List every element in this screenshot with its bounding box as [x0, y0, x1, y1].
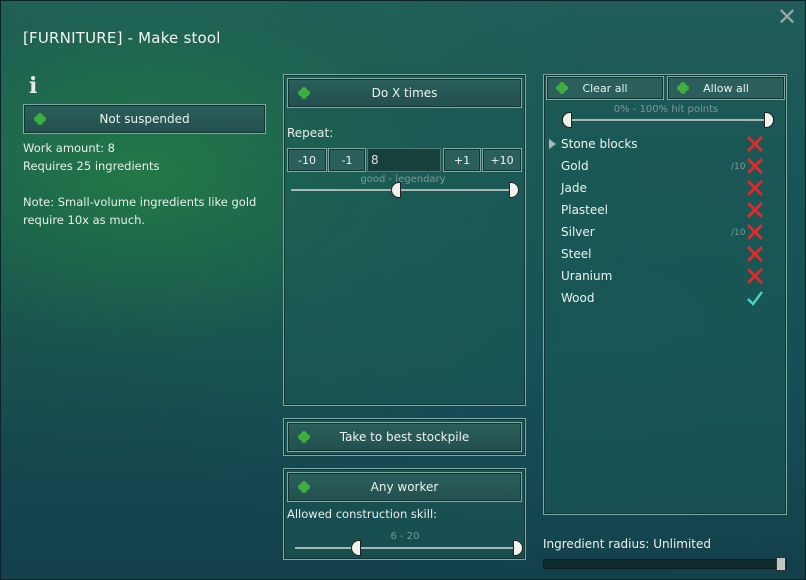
store-mode-button[interactable]: Take to best stockpile [287, 422, 522, 452]
skill-slider[interactable] [295, 540, 523, 556]
window-title: [FURNITURE] - Make stool [23, 29, 221, 47]
tenx-marker: /10 [731, 228, 746, 238]
ingredient-item[interactable]: Steel [561, 244, 591, 264]
repeat-count-input[interactable] [367, 148, 441, 172]
clear-all-label: Clear all [582, 81, 628, 95]
ingredient-item[interactable]: Uranium [561, 266, 612, 286]
repeat-mode-label: Do X times [371, 86, 438, 100]
suspend-button-label: Not suspended [99, 112, 190, 126]
bill-config-window: [FURNITURE] - Make stool ✕ i Not suspend… [0, 0, 806, 580]
clear-all-button[interactable]: Clear all [546, 76, 664, 100]
clover-icon [34, 113, 46, 125]
minus-1-button[interactable]: -1 [328, 148, 366, 172]
clover-icon [298, 481, 310, 493]
slider-track [295, 547, 523, 549]
tenx-marker: /10 [731, 162, 746, 172]
slider-max-handle[interactable] [764, 112, 774, 128]
slider-track [562, 119, 774, 121]
clover-icon [298, 87, 310, 99]
work-amount: Work amount: 8 [23, 141, 115, 155]
ingredient-count: Requires 25 ingredients [23, 159, 160, 173]
minus-10-button[interactable]: -10 [287, 148, 327, 172]
red-x-icon[interactable] [747, 180, 763, 196]
slider-min-handle[interactable] [351, 540, 361, 556]
note: Note: Small-volume ingredients like gold… [23, 193, 256, 229]
checkmark-icon[interactable] [747, 290, 763, 306]
suspend-button[interactable]: Not suspended [23, 104, 266, 134]
close-icon[interactable]: ✕ [775, 5, 799, 29]
repeat-mode-button[interactable]: Do X times [287, 78, 522, 108]
work-info: Work amount: 8 Requires 25 ingredients [23, 139, 160, 175]
worker-button-label: Any worker [370, 480, 439, 494]
slider-track [291, 189, 519, 191]
info-icon[interactable]: i [29, 74, 43, 98]
quality-slider[interactable] [291, 182, 519, 198]
ingredient-item[interactable]: Stone blocks [561, 134, 638, 154]
plus-1-button[interactable]: +1 [443, 148, 481, 172]
worker-button[interactable]: Any worker [287, 472, 522, 502]
hitpoints-slider[interactable] [562, 112, 774, 128]
slider-max-handle[interactable] [513, 540, 523, 556]
red-x-icon[interactable] [747, 268, 763, 284]
store-mode-label: Take to best stockpile [339, 430, 470, 444]
allow-all-button[interactable]: Allow all [667, 76, 785, 100]
note-line-2: require 10x as much. [23, 213, 146, 227]
clover-icon [677, 82, 689, 94]
red-x-icon[interactable] [747, 136, 763, 152]
ingredient-item[interactable]: Wood [561, 288, 594, 308]
red-x-icon[interactable] [747, 158, 763, 174]
red-x-icon[interactable] [747, 202, 763, 218]
ingredient-radius-handle[interactable] [776, 557, 786, 571]
skill-label: Allowed construction skill: [287, 507, 438, 521]
ingredient-item[interactable]: Jade [561, 178, 587, 198]
slider-min-handle[interactable] [562, 112, 572, 128]
ingredient-radius-label: Ingredient radius: Unlimited [543, 537, 712, 551]
allow-all-label: Allow all [703, 81, 749, 95]
red-x-icon[interactable] [747, 246, 763, 262]
ingredient-item[interactable]: Silver [561, 222, 595, 242]
ingredient-radius-slider[interactable] [543, 559, 787, 569]
note-line-1: Note: Small-volume ingredients like gold [23, 195, 257, 209]
slider-max-handle[interactable] [509, 182, 519, 198]
triangle-right-icon[interactable] [549, 139, 557, 149]
clover-icon [556, 82, 568, 94]
ingredient-item[interactable]: Plasteel [561, 200, 608, 220]
ingredient-item[interactable]: Gold [561, 156, 589, 176]
plus-10-button[interactable]: +10 [482, 148, 522, 172]
slider-min-handle[interactable] [391, 182, 401, 198]
repeat-label: Repeat: [287, 126, 334, 140]
red-x-icon[interactable] [747, 224, 763, 240]
clover-icon [298, 431, 310, 443]
